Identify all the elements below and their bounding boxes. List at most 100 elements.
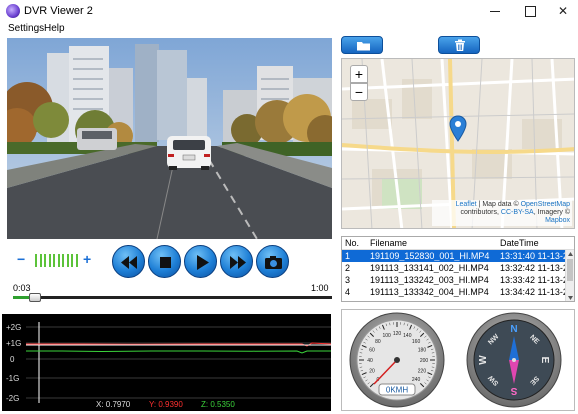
y-label-minus-2g: -2G: [6, 394, 20, 403]
volume-bar: [57, 254, 60, 267]
video-player[interactable]: [7, 38, 332, 239]
attribution-imagery: , Imagery ©: [533, 209, 570, 216]
menu-help[interactable]: Help: [44, 23, 65, 34]
series-z-line: [26, 350, 331, 354]
file-no: 3: [345, 275, 351, 285]
menu-settings[interactable]: Settings: [8, 23, 44, 34]
mapbox-link[interactable]: Mapbox: [545, 217, 570, 224]
readout-y: Y: 0.9390: [149, 400, 183, 409]
file-row[interactable]: 1 191109_152830_001_HI.MP4 13:31:40 11-1…: [342, 250, 568, 262]
title-bar: DVR Viewer 2 ✕: [0, 0, 578, 22]
next-button[interactable]: [220, 245, 253, 278]
seek-bar[interactable]: [13, 296, 332, 299]
file-name: 191113_133342_004_HI.MP4: [370, 287, 489, 297]
minimize-button[interactable]: [478, 0, 512, 22]
snapshot-button[interactable]: [256, 245, 289, 278]
attribution-contributors: contributors,: [460, 209, 501, 216]
file-row[interactable]: 3 191113_133242_003_HI.MP4 13:33:42 11-1…: [342, 274, 568, 286]
window-title: DVR Viewer 2: [24, 5, 93, 17]
speed-tick-label: 160: [412, 339, 421, 345]
folder-icon: [357, 42, 370, 51]
attribution-prefix: | Map data ©: [476, 201, 521, 208]
volume-bar: [48, 254, 51, 267]
file-datetime: 13:31:40 11-13-2: [500, 251, 568, 261]
speed-tick-label: 40: [367, 358, 373, 364]
speed-tick-label: 200: [420, 358, 429, 364]
compass-label: N: [510, 324, 517, 335]
y-label-plus-1g: +1G: [6, 339, 22, 348]
leaflet-link[interactable]: Leaflet: [456, 201, 477, 208]
speed-tick-label: 240: [412, 377, 421, 383]
file-datetime: 13:32:42 11-13-2: [500, 263, 568, 273]
stop-button[interactable]: [148, 245, 181, 278]
file-list-header: No. Filename DateTime: [342, 237, 574, 250]
volume-down-button[interactable]: −: [17, 252, 25, 266]
speed-tick-label: 20: [369, 368, 375, 374]
volume-bar: [35, 254, 37, 267]
video-frame: [7, 38, 332, 239]
y-label-zero: 0: [10, 355, 15, 364]
readout-z: Z: 0.5350: [201, 400, 235, 409]
volume-level[interactable]: [35, 254, 81, 267]
g-sensor-graph: +2G +1G 0 -1G -2G X: 0.7970 Y: 0.9390 Z:…: [2, 314, 331, 411]
g-sensor-plot: [26, 322, 331, 403]
file-datetime: 13:34:42 11-13-2: [500, 287, 568, 297]
file-no: 2: [345, 263, 351, 273]
license-link[interactable]: CC-BY-SA: [501, 209, 534, 216]
zoom-out-button[interactable]: −: [350, 83, 368, 101]
close-button[interactable]: ✕: [546, 0, 578, 22]
speed-tick-label: 80: [375, 339, 381, 345]
previous-button[interactable]: [112, 245, 145, 278]
open-folder-button[interactable]: [341, 36, 383, 54]
app-icon: [6, 4, 20, 18]
volume-bar: [62, 254, 64, 267]
gauges: 020406080100120140160180200220240 0KMH N…: [349, 312, 562, 408]
file-name: 191113_133141_002_HI.MP4: [370, 263, 489, 273]
volume-bar: [75, 254, 78, 267]
speed-tick-label: 220: [418, 368, 427, 374]
volume-bar: [39, 254, 42, 267]
volume-bar: [44, 254, 46, 267]
compass-label: W: [478, 355, 489, 365]
file-name: 191113_133242_003_HI.MP4: [370, 275, 489, 285]
skip-back-icon: [121, 256, 137, 269]
speed-tick-label: 100: [382, 333, 391, 339]
play-icon: [197, 255, 209, 270]
play-button[interactable]: [184, 245, 217, 278]
volume-bar: [53, 254, 55, 267]
column-datetime[interactable]: DateTime: [500, 238, 568, 248]
volume-up-button[interactable]: +: [83, 252, 91, 266]
scroll-up-icon[interactable]: [567, 251, 574, 257]
map-view[interactable]: + − Leaflet | Map data © OpenStreetMap c…: [341, 58, 575, 229]
file-list-scrollbar[interactable]: [565, 250, 574, 301]
speed-tick-label: 60: [369, 348, 375, 354]
gauges-panel: 020406080100120140160180200220240 0KMH N…: [341, 309, 575, 411]
menu-bar: Settings Help: [0, 22, 578, 36]
delete-button[interactable]: [438, 36, 480, 54]
column-no[interactable]: No.: [345, 238, 359, 248]
skip-forward-icon: [230, 256, 246, 269]
compass-label: E: [539, 357, 550, 364]
maximize-button[interactable]: [513, 0, 547, 22]
speed-readout: 0KMH: [386, 386, 408, 395]
file-name: 191109_152830_001_HI.MP4: [370, 251, 490, 261]
file-list[interactable]: No. Filename DateTime 1 191109_152830_00…: [341, 236, 575, 302]
scroll-thumb[interactable]: [567, 259, 573, 281]
map-attribution: Leaflet | Map data © OpenStreetMap contr…: [432, 200, 572, 226]
file-row[interactable]: 4 191113_133342_004_HI.MP4 13:34:42 11-1…: [342, 286, 568, 298]
column-filename[interactable]: Filename: [370, 238, 498, 248]
y-label-plus-2g: +2G: [6, 323, 22, 332]
stop-icon: [160, 257, 171, 268]
file-datetime: 13:33:42 11-13-2: [500, 275, 568, 285]
file-no: 4: [345, 287, 351, 297]
location-pin-icon[interactable]: [449, 115, 467, 143]
camera-icon: [265, 256, 282, 269]
zoom-in-button[interactable]: +: [350, 65, 368, 83]
file-row[interactable]: 2 191113_133141_002_HI.MP4 13:32:42 11-1…: [342, 262, 568, 274]
scroll-down-icon[interactable]: [567, 295, 574, 301]
osm-link[interactable]: OpenStreetMap: [521, 201, 570, 208]
seek-progress: [13, 296, 29, 299]
readout-x: X: 0.7970: [96, 400, 131, 409]
seek-thumb[interactable]: [29, 293, 41, 302]
speedometer: 020406080100120140160180200220240 0KMH: [349, 312, 445, 408]
